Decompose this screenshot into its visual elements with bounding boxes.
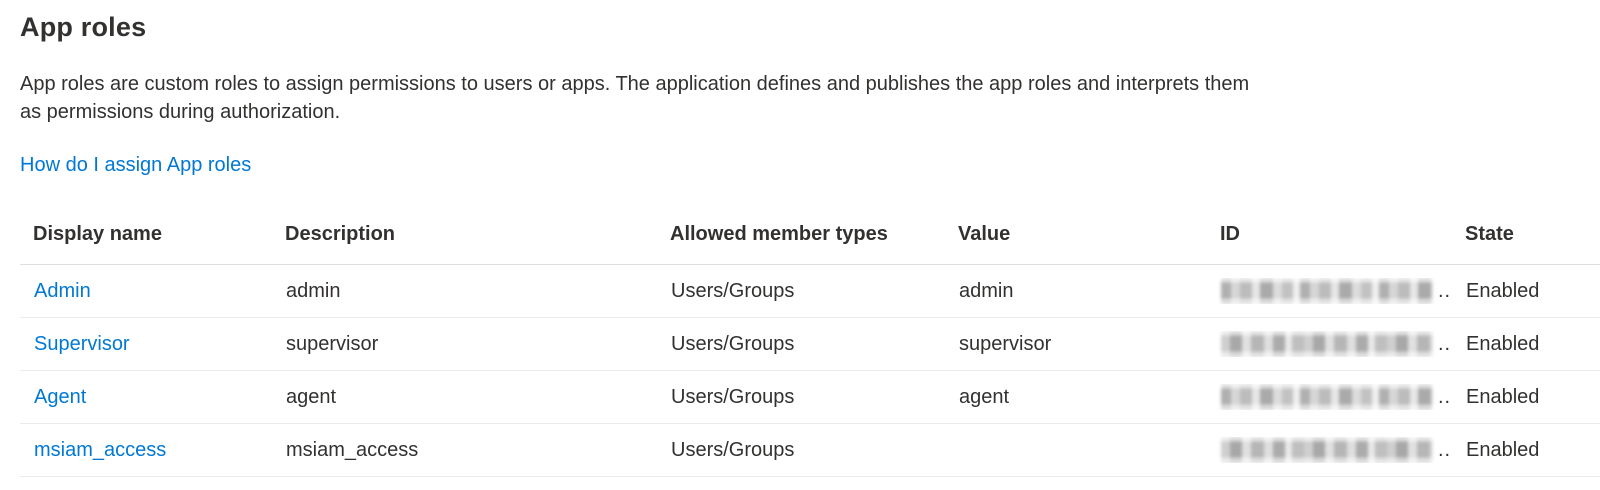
column-header-display-name: Display name <box>20 211 272 264</box>
redacted-id-blur <box>1221 278 1433 304</box>
page-description-line-1: App roles are custom roles to assign per… <box>20 70 1600 98</box>
redacted-id-blur <box>1221 437 1433 463</box>
cell-value: admin <box>945 280 1207 303</box>
cell-id: ... <box>1207 384 1452 410</box>
cell-state: Enabled <box>1452 333 1600 356</box>
app-role-display-name-link[interactable]: Admin <box>34 280 91 303</box>
cell-allowed-member-types: Users/Groups <box>657 333 945 356</box>
table-header-row: Display name Description Allowed member … <box>20 211 1600 265</box>
column-header-id: ID <box>1207 211 1452 264</box>
cell-id: .. <box>1207 278 1452 304</box>
page-description: App roles are custom roles to assign per… <box>20 70 1600 126</box>
cell-allowed-member-types: Users/Groups <box>657 280 945 303</box>
table-row: msiam_access msiam_access Users/Groups .… <box>20 424 1600 477</box>
id-truncation-dots: ... <box>1438 439 1452 462</box>
cell-display-name: Admin <box>20 280 272 303</box>
column-header-state: State <box>1452 211 1600 264</box>
table-body: Admin admin Users/Groups admin .. Enable… <box>20 265 1600 477</box>
cell-description: msiam_access <box>272 439 657 462</box>
cell-display-name: Agent <box>20 386 272 409</box>
column-header-allowed-member-types: Allowed member types <box>657 211 945 264</box>
app-roles-page: App roles App roles are custom roles to … <box>0 0 1600 477</box>
cell-description: supervisor <box>272 333 657 356</box>
cell-value: supervisor <box>945 333 1207 356</box>
redacted-id-blur <box>1221 384 1433 410</box>
cell-id: ... <box>1207 437 1452 463</box>
cell-description: agent <box>272 386 657 409</box>
app-role-display-name-link[interactable]: Agent <box>34 386 86 409</box>
cell-state: Enabled <box>1452 280 1600 303</box>
cell-id: ... <box>1207 331 1452 357</box>
cell-display-name: msiam_access <box>20 439 272 462</box>
table-row: Agent agent Users/Groups agent ... Enabl… <box>20 371 1600 424</box>
cell-value: agent <box>945 386 1207 409</box>
cell-allowed-member-types: Users/Groups <box>657 439 945 462</box>
app-role-display-name-link[interactable]: Supervisor <box>34 333 130 356</box>
id-truncation-dots: ... <box>1438 333 1452 356</box>
id-truncation-dots: ... <box>1438 386 1452 409</box>
table-row: Admin admin Users/Groups admin .. Enable… <box>20 265 1600 318</box>
cell-state: Enabled <box>1452 386 1600 409</box>
page-title: App roles <box>20 12 1600 43</box>
cell-state: Enabled <box>1452 439 1600 462</box>
how-to-assign-approles-link[interactable]: How do I assign App roles <box>20 153 251 177</box>
cell-description: admin <box>272 280 657 303</box>
app-role-display-name-link[interactable]: msiam_access <box>34 439 166 462</box>
table-row: Supervisor supervisor Users/Groups super… <box>20 318 1600 371</box>
cell-allowed-member-types: Users/Groups <box>657 386 945 409</box>
cell-display-name: Supervisor <box>20 333 272 356</box>
page-description-line-2: as permissions during authorization. <box>20 98 1600 126</box>
column-header-description: Description <box>272 211 657 264</box>
id-truncation-dots: .. <box>1438 280 1451 303</box>
column-header-value: Value <box>945 211 1207 264</box>
app-roles-table: Display name Description Allowed member … <box>20 211 1600 477</box>
redacted-id-blur <box>1221 331 1433 357</box>
